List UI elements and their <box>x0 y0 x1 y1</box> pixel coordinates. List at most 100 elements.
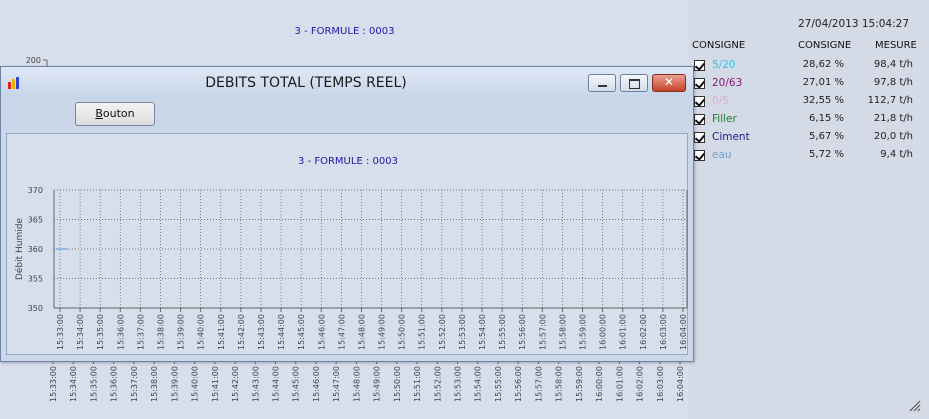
x-tick-label: 15:46:00 <box>317 314 326 350</box>
plot-area <box>54 190 687 308</box>
consigne-value: 6,15 % <box>809 113 844 124</box>
bg-x-tick-label: 15:58:00 <box>555 366 564 402</box>
bg-x-tick-label: 16:04:00 <box>676 366 685 402</box>
bg-x-tick-label: 15:47:00 <box>332 366 341 402</box>
x-tick-label: 15:43:00 <box>257 314 266 350</box>
list-item: 20/63 27,01 % 97,8 t/h <box>694 76 919 94</box>
x-tick-label: 15:35:00 <box>96 314 105 350</box>
mesure-value: 97,8 t/h <box>873 77 913 88</box>
bg-x-tick-label: 16:02:00 <box>636 366 645 402</box>
bg-x-tick-label: 15:37:00 <box>130 366 139 402</box>
material-name: 0/5 <box>712 95 729 107</box>
x-tick-label: 15:48:00 <box>357 314 366 350</box>
checkbox[interactable] <box>694 132 705 143</box>
consigne-value: 27,01 % <box>802 77 844 88</box>
bg-x-tick-label: 15:45:00 <box>292 366 301 402</box>
x-tick-label: 15:37:00 <box>136 314 145 350</box>
bouton-button[interactable]: Bouton <box>75 102 155 126</box>
material-name: eau <box>712 149 732 161</box>
x-tick-label: 15:38:00 <box>156 314 165 350</box>
debit-chart-canvas: 15:33:00 15:34:00 15:35:00 15:36:00 15:37:00… <box>14 186 688 350</box>
bouton-label: outon <box>102 107 135 120</box>
list-item: 5/20 28,62 % 98,4 t/h <box>694 58 919 76</box>
x-tick-label: 16:04:00 <box>679 314 688 350</box>
checkbox[interactable] <box>694 114 705 125</box>
x-tick-label: 15:55:00 <box>498 314 507 350</box>
close-icon: ✕ <box>663 75 675 89</box>
checkbox[interactable] <box>694 60 705 71</box>
x-tick-label: 16:01:00 <box>619 314 628 350</box>
bg-x-tick-label: 15:35:00 <box>89 366 98 402</box>
consigne-value: 28,62 % <box>802 59 844 70</box>
bg-x-tick-label: 15:41:00 <box>211 366 220 402</box>
datetime-label: 27/04/2013 15:04:27 <box>798 18 910 30</box>
x-tick-label: 15:33:00 <box>56 314 65 350</box>
bg-x-tick-label: 15:49:00 <box>373 366 382 402</box>
debit-chart: 3 - FORMULE : 0003 15:33:00 15:34:00 15:35… <box>6 133 688 355</box>
x-tick-label: 15:56:00 <box>518 314 527 350</box>
bg-x-tick-label: 15:55:00 <box>494 366 503 402</box>
bg-x-tick-label: 15:43:00 <box>251 366 260 402</box>
maximize-button[interactable] <box>620 74 648 92</box>
x-tick-label: 15:47:00 <box>337 314 346 350</box>
bg-x-tick-label: 15:34:00 <box>69 366 78 402</box>
x-tick-label: 15:58:00 <box>558 314 567 350</box>
bg-x-tick-label: 16:00:00 <box>595 366 604 402</box>
bg-x-tick-label: 15:57:00 <box>534 366 543 402</box>
x-tick-label: 15:34:00 <box>76 314 85 350</box>
list-item: eau 5,72 % 9,4 t/h <box>694 148 919 166</box>
bg-x-tick-label: 15:40:00 <box>191 366 200 402</box>
x-tick-label: 15:39:00 <box>177 314 186 350</box>
debits-total-window: DEBITS TOTAL (TEMPS REEL) ✕ Bouton 3 - F… <box>0 66 694 362</box>
bg-x-tick-label: 15:48:00 <box>352 366 361 402</box>
y-tick-label: 360 <box>28 245 43 254</box>
bg-x-tick-label: 15:52:00 <box>433 366 442 402</box>
list-item: 0/5 32,55 % 112,7 t/h <box>694 94 919 112</box>
x-tick-label: 15:53:00 <box>458 314 467 350</box>
bg-x-tick-label: 15:56:00 <box>514 366 523 402</box>
x-tick-label: 15:51:00 <box>418 314 427 350</box>
x-tick-label: 15:59:00 <box>579 314 588 350</box>
list-item: Filler 6,15 % 21,8 t/h <box>694 112 919 130</box>
material-name: 20/63 <box>712 77 743 89</box>
x-tick-label: 15:45:00 <box>297 314 306 350</box>
mesure-value: 9,4 t/h <box>880 149 913 160</box>
bg-x-tick-label: 15:54:00 <box>474 366 483 402</box>
x-tick-label: 15:41:00 <box>217 314 226 350</box>
bg-x-tick-label: 15:50:00 <box>393 366 402 402</box>
mesure-value: 112,7 t/h <box>867 95 913 106</box>
x-tick-label: 15:54:00 <box>478 314 487 350</box>
resize-grip-icon[interactable] <box>907 398 921 412</box>
mesure-value: 98,4 t/h <box>873 59 913 70</box>
checkbox[interactable] <box>694 96 705 107</box>
bg-x-tick-label: 15:59:00 <box>575 366 584 402</box>
window-titlebar[interactable]: DEBITS TOTAL (TEMPS REEL) ✕ <box>1 67 693 99</box>
header-mesure: MESURE <box>875 40 917 51</box>
bg-x-tick-label: 15:44:00 <box>271 366 280 402</box>
header-consigne: CONSIGNE <box>798 40 852 51</box>
minimize-button[interactable] <box>588 74 616 92</box>
bg-y-tick-label: 200 <box>26 56 41 65</box>
bg-x-tick-label: 15:39:00 <box>170 366 179 402</box>
window-title: DEBITS TOTAL (TEMPS REEL) <box>205 75 407 91</box>
checkbox[interactable] <box>694 150 705 161</box>
bg-x-tick-label: 15:33:00 <box>49 366 58 402</box>
consigne-value: 5,72 % <box>809 149 844 160</box>
close-button[interactable]: ✕ <box>652 74 686 92</box>
checkbox[interactable] <box>694 78 705 89</box>
consigne-value: 5,67 % <box>809 131 844 142</box>
x-tick-label: 15:49:00 <box>378 314 387 350</box>
bg-x-tick-label: 15:36:00 <box>110 366 119 402</box>
material-name: 5/20 <box>712 59 736 71</box>
header-name: CONSIGNE <box>692 40 746 51</box>
x-tick-label: 15:44:00 <box>277 314 286 350</box>
y-tick-label: 350 <box>28 304 43 313</box>
bg-x-tick-label: 15:46:00 <box>312 366 321 402</box>
bg-x-tick-label: 15:42:00 <box>231 366 240 402</box>
bg-x-tick-label: 15:51:00 <box>413 366 422 402</box>
list-item: Ciment 5,67 % 20,0 t/h <box>694 130 919 148</box>
x-tick-label: 16:00:00 <box>599 314 608 350</box>
bouton-mnemonic: B <box>95 107 103 120</box>
consigne-value: 32,55 % <box>802 95 844 106</box>
y-tick-label: 370 <box>28 186 43 195</box>
